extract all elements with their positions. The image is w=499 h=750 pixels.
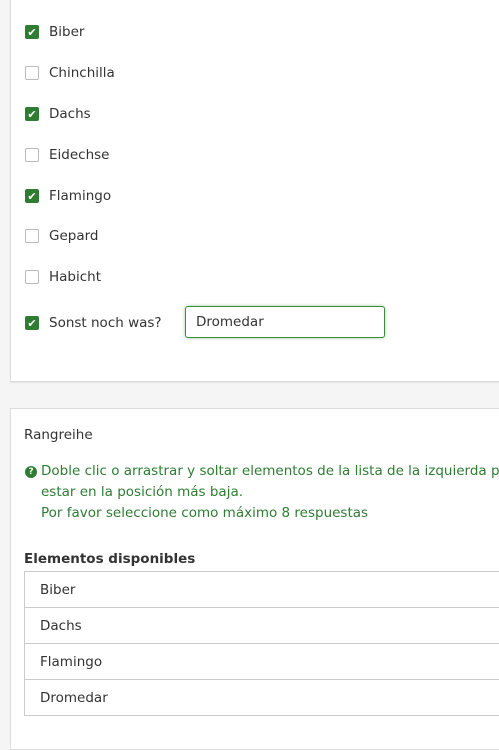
rank-item-biber[interactable]: Biber [24,571,499,607]
option-label: Biber [49,24,85,40]
checkbox-checked-icon[interactable]: ✔ [25,25,39,39]
checkbox-unchecked-icon[interactable] [25,229,39,243]
option-label: Habicht [49,269,102,285]
question-circle-icon: ? [25,466,37,478]
option-eidechse[interactable]: Eidechse [25,147,109,163]
checkbox-checked-icon[interactable]: ✔ [25,189,39,203]
checkbox-unchecked-icon[interactable] [25,270,39,284]
option-habicht[interactable]: Habicht [25,269,101,285]
option-dachs[interactable]: ✔ Dachs [25,106,91,122]
other-text-input[interactable] [185,306,385,338]
ranking-hint: ? Doble clic o arrastrar y soltar element… [25,461,499,524]
rank-item-flamingo[interactable]: Flamingo [24,643,499,679]
rank-item-dromedar[interactable]: Dromedar [24,679,499,716]
question-title: Rangreihe [24,427,93,443]
option-flamingo[interactable]: ✔ Flamingo [25,188,111,204]
option-other[interactable]: ✔ Sonst noch was? [25,315,162,331]
option-label: Flamingo [49,188,112,204]
rank-item-dachs[interactable]: Dachs [24,607,499,643]
checkbox-checked-icon[interactable]: ✔ [25,107,39,121]
option-biber[interactable]: ✔ Biber [25,24,84,40]
checkbox-unchecked-icon[interactable] [25,66,39,80]
option-label: Eidechse [49,147,110,163]
ranking-panel: Rangreihe ? Doble clic o arrastrar y solt… [10,408,499,750]
option-gepard[interactable]: Gepard [25,228,99,244]
hint-max-answers: Por favor seleccione como máximo 8 respu… [41,505,369,521]
multiple-choice-panel: ✔ Biber Chinchilla ✔ Dachs Eidechse ✔ Fl… [10,0,499,382]
checkbox-unchecked-icon[interactable] [25,148,39,162]
option-label: Dachs [49,106,91,122]
hint-text: estar en la posición más baja. [41,484,244,500]
option-chinchilla[interactable]: Chinchilla [25,65,115,81]
available-items-heading: Elementos disponibles [24,551,196,567]
hint-text: Doble clic o arrastrar y soltar elemento… [41,463,499,479]
available-items-list: Biber Dachs Flamingo Dromedar [24,571,499,716]
checkbox-checked-icon[interactable]: ✔ [25,316,39,330]
option-label: Gepard [49,228,99,244]
option-label: Chinchilla [49,65,115,81]
option-label: Sonst noch was? [49,315,162,331]
